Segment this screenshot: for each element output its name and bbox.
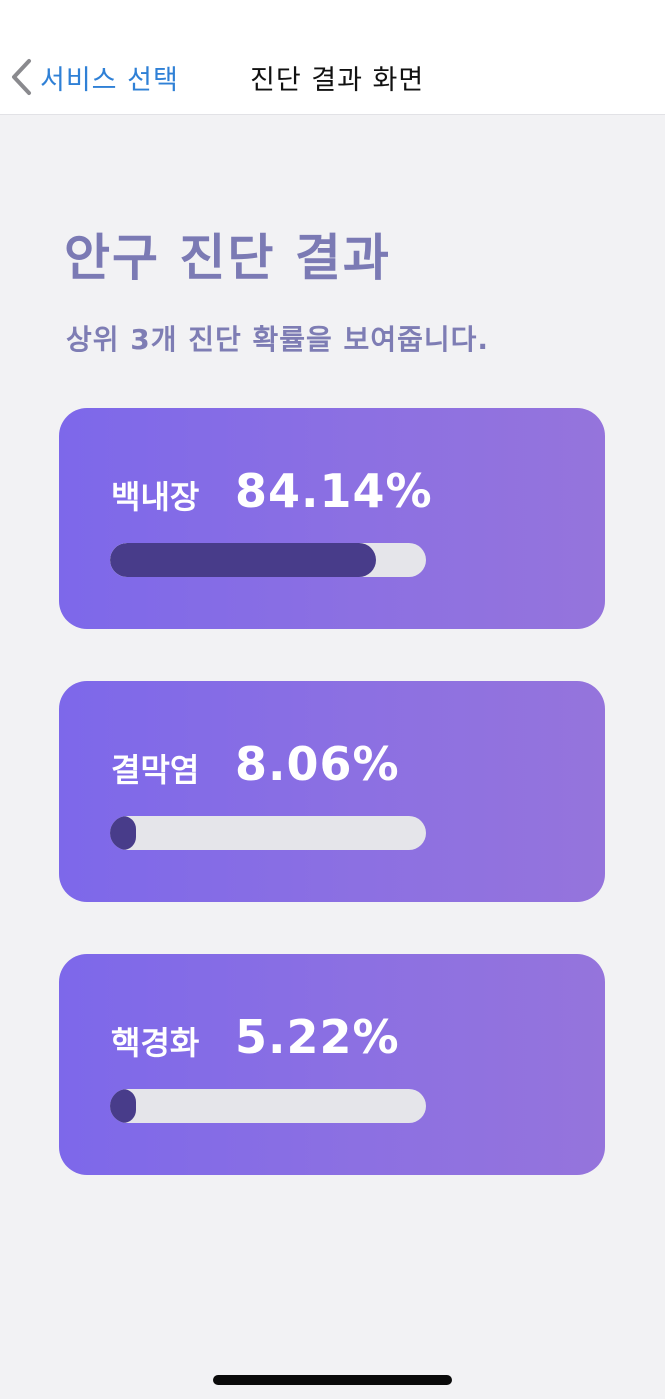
diagnosis-label: 핵경화 [111, 1024, 200, 1062]
diagnosis-probability: 5.22% [235, 1010, 400, 1064]
probability-bar-fill [110, 543, 376, 577]
diagnosis-probability: 8.06% [235, 737, 400, 791]
navigation-bar: 서비스 선택 진단 결과 화면 [0, 0, 665, 115]
chevron-left-icon [10, 58, 32, 96]
probability-bar-track [110, 543, 426, 577]
probability-bar-track [110, 1089, 426, 1123]
back-button-label: 서비스 선택 [40, 64, 179, 96]
diagnosis-label: 백내장 [111, 478, 200, 516]
diagnosis-probability: 84.14% [235, 464, 433, 518]
back-button[interactable]: 서비스 선택 [10, 52, 179, 102]
page-title: 안구 진단 결과 [64, 229, 391, 287]
probability-bar-track [110, 816, 426, 850]
page-subtitle: 상위 3개 진단 확률을 보여줍니다. [66, 323, 489, 356]
result-card: 백내장 84.14% [59, 408, 605, 629]
probability-bar-fill [110, 1089, 136, 1123]
result-card: 핵경화 5.22% [59, 954, 605, 1175]
result-card: 결막염 8.06% [59, 681, 605, 902]
nav-title: 진단 결과 화면 [250, 65, 425, 96]
probability-bar-fill [110, 816, 136, 850]
home-indicator [213, 1375, 452, 1385]
diagnosis-label: 결막염 [111, 751, 200, 789]
